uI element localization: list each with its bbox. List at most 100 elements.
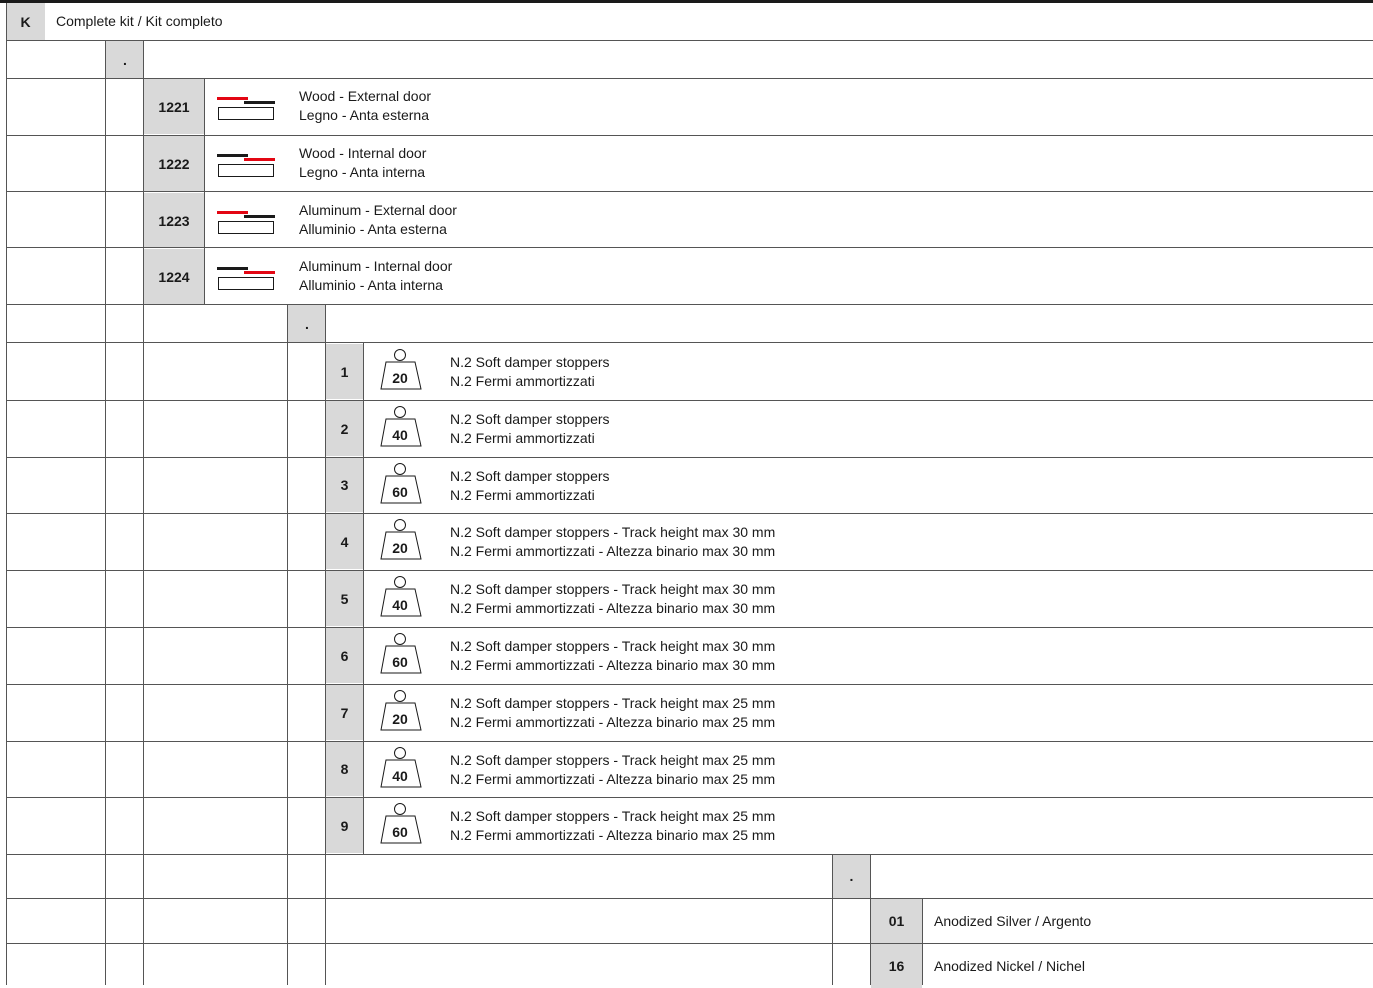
row-divider [6, 898, 1373, 899]
stopper-code-box: 6 [326, 628, 363, 683]
row-divider [6, 247, 1373, 248]
stopper-description-en: N.2 Soft damper stoppers - Track height … [450, 695, 776, 711]
weight-icon-svg: 60 [380, 803, 422, 844]
stopper-code: 2 [340, 420, 349, 437]
door-code-box: 1221 [144, 79, 204, 134]
weight-value: 40 [392, 597, 408, 613]
internal-door-icon-svg [217, 154, 275, 177]
separator-dot-3-text: . [849, 868, 854, 884]
kit-code: K [20, 13, 31, 30]
weight-value: 40 [392, 768, 408, 784]
row-divider [6, 400, 1373, 401]
stopper-description-it: N.2 Fermi ammortizzati - Altezza binario… [450, 771, 776, 787]
door-code: 1224 [158, 268, 190, 285]
column-divider [325, 304, 326, 985]
separator-dot-1-text: . [123, 51, 127, 68]
external-door-icon [216, 211, 276, 235]
row-divider [6, 627, 1373, 628]
stopper-code: 8 [340, 761, 349, 777]
weight-icon-svg: 40 [380, 406, 422, 447]
column-divider [6, 3, 7, 985]
stopper-description-en: N.2 Soft damper stoppers [450, 354, 610, 370]
row-divider [6, 741, 1373, 742]
stopper-description-en: N.2 Soft damper stoppers [450, 411, 610, 427]
row-divider [6, 943, 1373, 944]
door-description-en: Aluminum - External door [299, 202, 457, 218]
stopper-code-box: 1 [326, 344, 363, 399]
weight-value: 20 [392, 711, 408, 727]
door-description-it: Legno - Anta esterna [299, 107, 429, 123]
finish-code: 01 [888, 913, 905, 929]
internal-door-icon-svg [217, 267, 275, 290]
separator-dot-3: . [832, 854, 871, 898]
row-divider [6, 570, 1373, 571]
stopper-description-en: N.2 Soft damper stoppers - Track height … [450, 752, 776, 768]
stopper-description-en: N.2 Soft damper stoppers - Track height … [450, 808, 776, 824]
row-divider [6, 304, 1373, 305]
stopper-description-it: N.2 Fermi ammortizzati - Altezza binario… [450, 714, 776, 730]
product-code-table: K Complete kit / Kit completo . . . 1221… [0, 0, 1373, 988]
door-description-it: Alluminio - Anta esterna [299, 221, 447, 237]
weight-icon: 20 [379, 519, 425, 561]
door-code: 1222 [158, 155, 190, 172]
column-divider [105, 40, 106, 985]
stopper-code: 9 [340, 817, 349, 834]
kit-label: Complete kit / Kit completo [56, 13, 223, 29]
door-code-box: 1222 [144, 136, 204, 191]
finish-code-box: 16 [871, 944, 922, 988]
door-code: 1221 [158, 98, 190, 115]
door-description-it: Alluminio - Anta interna [299, 277, 443, 293]
stopper-code-box: 2 [326, 401, 363, 456]
door-code-box: 1224 [144, 249, 204, 304]
stopper-code: 6 [340, 647, 349, 664]
stopper-description-it: N.2 Fermi ammortizzati - Altezza binario… [450, 657, 776, 673]
stopper-code: 5 [340, 590, 349, 607]
row-divider [6, 40, 1373, 41]
internal-door-icon [216, 154, 276, 178]
stopper-code-box: 7 [326, 685, 363, 740]
weight-icon-svg: 40 [380, 747, 422, 788]
stopper-code-box: 5 [326, 571, 363, 626]
stopper-description-it: N.2 Fermi ammortizzati [450, 373, 595, 389]
finish-code-box: 01 [871, 899, 922, 943]
row-divider [6, 457, 1373, 458]
door-code-box: 1223 [144, 193, 204, 248]
row-divider [6, 78, 1373, 79]
external-door-icon [216, 97, 276, 121]
column-divider [870, 854, 871, 985]
separator-dot-2: . [288, 305, 326, 343]
stopper-code-box: 8 [326, 742, 363, 796]
stopper-description-it: N.2 Fermi ammortizzati - Altezza binario… [450, 600, 776, 616]
internal-door-icon [216, 267, 276, 291]
separator-dot-2-text: . [305, 316, 309, 332]
stopper-description-en: N.2 Soft damper stoppers - Track height … [450, 581, 776, 597]
weight-icon: 60 [379, 463, 425, 505]
stopper-description-it: N.2 Fermi ammortizzati [450, 430, 595, 446]
stopper-description-en: N.2 Soft damper stoppers - Track height … [450, 638, 776, 654]
door-description-en: Wood - Internal door [299, 145, 427, 161]
row-divider [6, 191, 1373, 192]
row-divider [6, 342, 1373, 343]
column-divider [204, 78, 205, 304]
column-divider [287, 304, 288, 985]
external-door-icon-svg [217, 97, 275, 120]
weight-value: 60 [392, 484, 408, 500]
weight-icon: 20 [379, 690, 425, 732]
finish-label: Anodized Nickel / Nichel [934, 958, 1085, 974]
weight-value: 60 [392, 654, 408, 670]
row-divider [6, 513, 1373, 514]
door-code: 1223 [158, 212, 190, 229]
weight-icon: 40 [379, 747, 425, 789]
stopper-code: 1 [340, 363, 349, 380]
door-description-en: Aluminum - Internal door [299, 258, 453, 274]
row-divider [6, 684, 1373, 685]
stopper-code: 4 [340, 533, 349, 550]
weight-icon-svg: 20 [380, 690, 422, 731]
column-divider [922, 898, 923, 985]
weight-icon-svg: 20 [380, 349, 422, 390]
weight-icon-svg: 40 [380, 576, 422, 617]
weight-value: 20 [392, 370, 408, 386]
weight-icon: 40 [379, 576, 425, 618]
finish-code: 16 [888, 958, 905, 974]
column-divider [832, 854, 833, 985]
